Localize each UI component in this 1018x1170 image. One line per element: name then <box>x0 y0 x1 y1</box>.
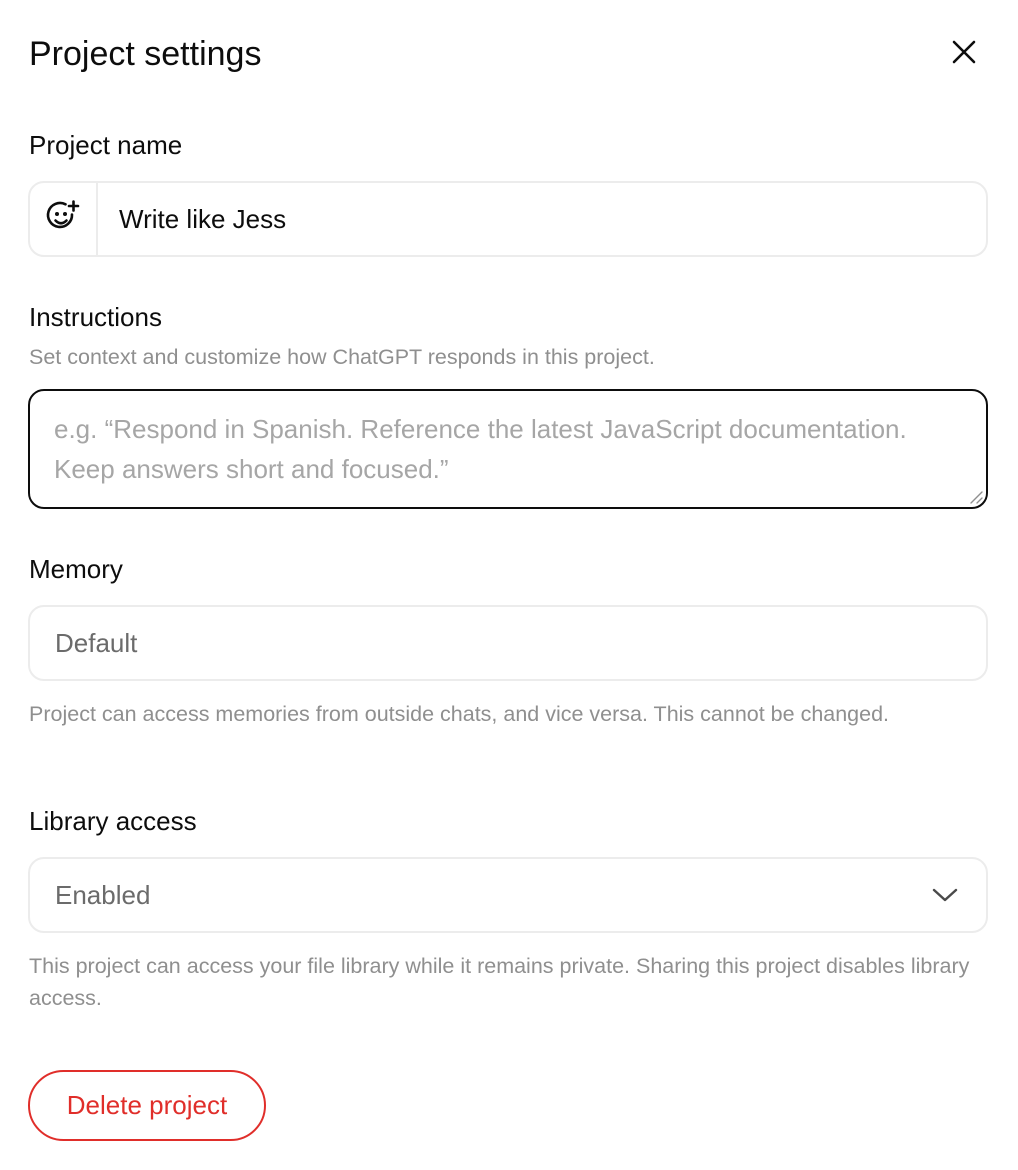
instructions-textarea[interactable] <box>30 391 986 507</box>
delete-project-button[interactable]: Delete project <box>28 1070 266 1141</box>
add-emoji-icon <box>45 199 81 240</box>
memory-label: Memory <box>29 554 123 584</box>
library-access-hint: This project can access your file librar… <box>29 954 970 1010</box>
close-icon <box>951 39 977 68</box>
dialog-title: Project settings <box>29 35 262 73</box>
project-name-label: Project name <box>29 130 183 160</box>
resize-handle-icon[interactable] <box>967 488 983 504</box>
close-button[interactable] <box>944 33 984 73</box>
memory-field: Default <box>28 605 988 681</box>
library-access-value: Enabled <box>55 879 151 910</box>
chevron-down-icon <box>930 880 960 910</box>
project-name-field <box>28 181 988 257</box>
memory-value: Default <box>55 627 138 658</box>
library-access-label: Library access <box>29 806 197 836</box>
instructions-field <box>28 389 988 509</box>
project-name-input[interactable] <box>98 184 986 254</box>
instructions-hint: Set context and customize how ChatGPT re… <box>29 345 655 369</box>
emoji-picker-button[interactable] <box>30 183 98 255</box>
library-access-select[interactable]: Enabled <box>28 857 988 933</box>
project-settings-dialog: Project settings Project name Instructi <box>0 0 1018 1170</box>
memory-hint: Project can access memories from outside… <box>29 702 890 726</box>
instructions-label: Instructions <box>29 302 162 332</box>
